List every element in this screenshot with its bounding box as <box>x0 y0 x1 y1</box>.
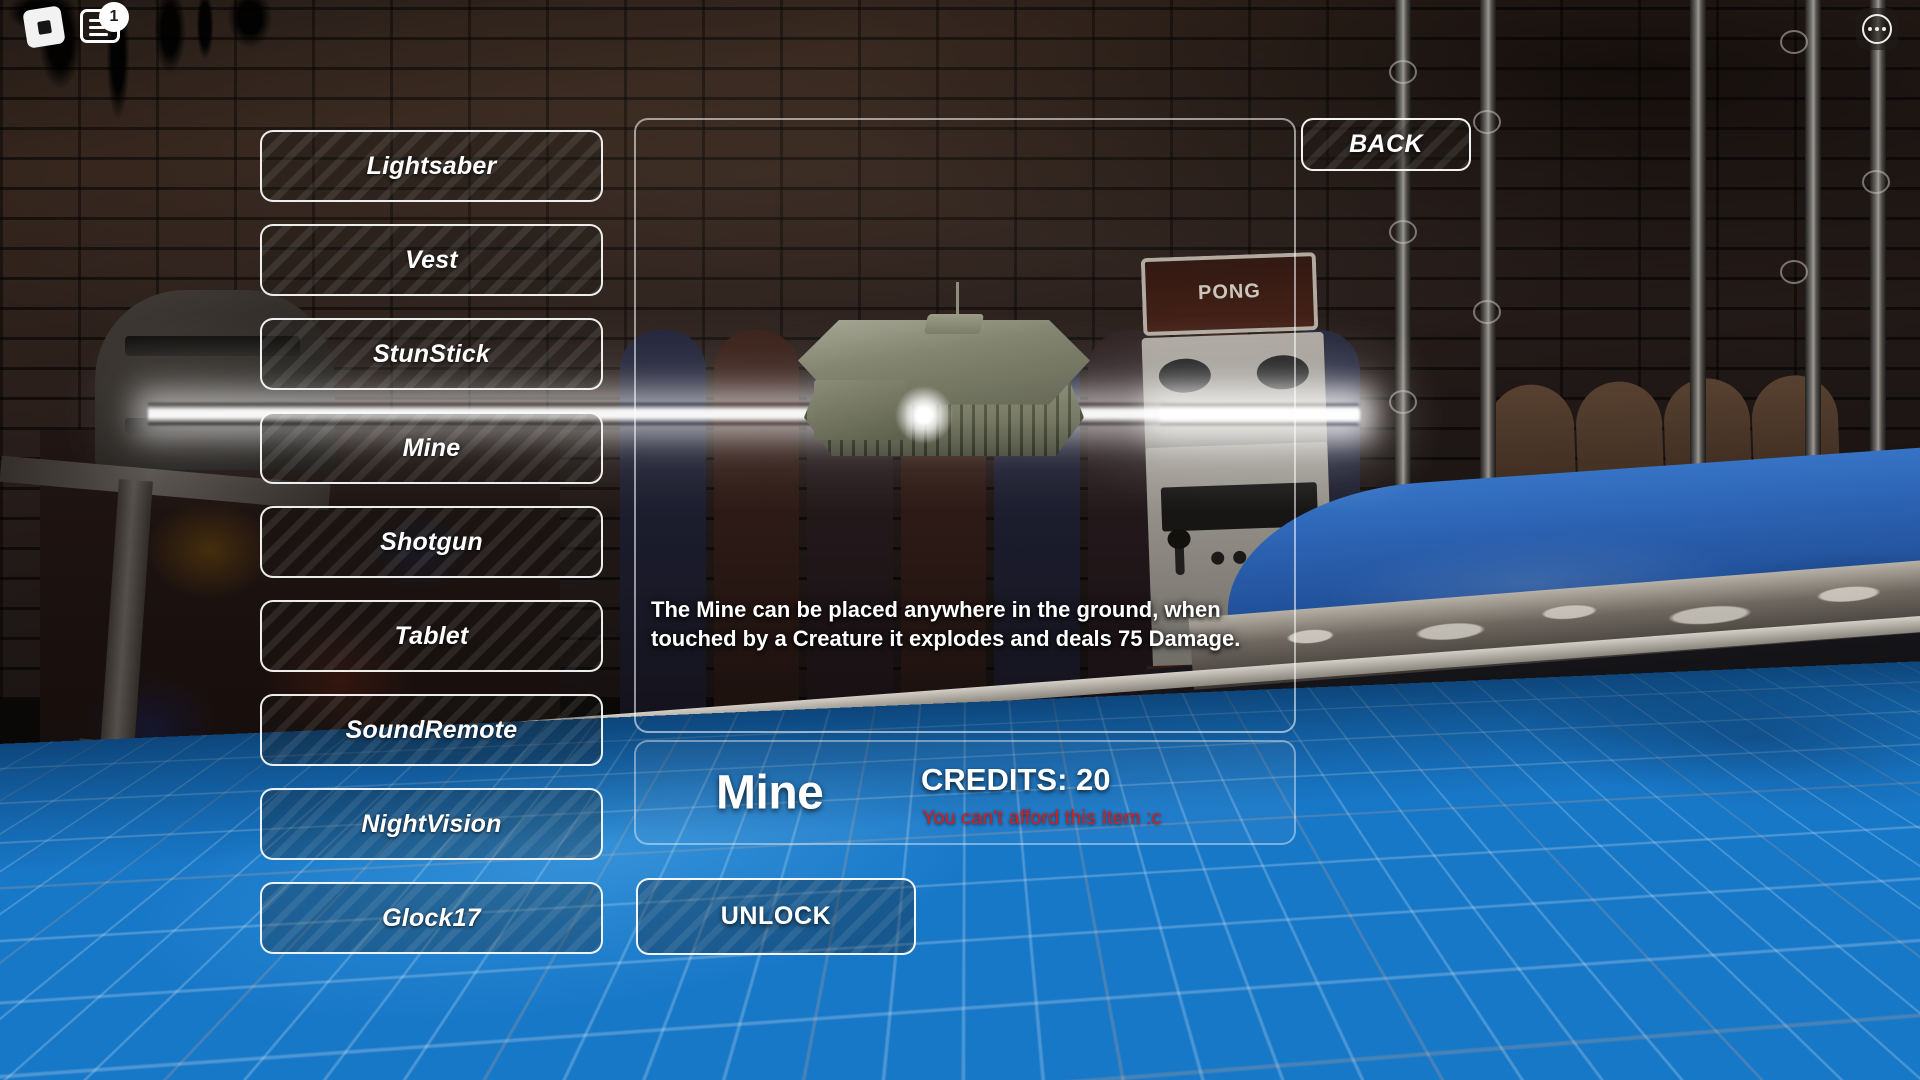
mine-side-plate <box>814 380 906 440</box>
mine-model-icon <box>786 282 1106 480</box>
shop-item-list: Lightsaber Vest StunStick Mine Shotgun T… <box>260 130 603 976</box>
ellipsis-dot <box>1882 27 1886 31</box>
shop-item-label: Glock17 <box>382 903 481 932</box>
shop-ui-overlay: Lightsaber Vest StunStick Mine Shotgun T… <box>0 0 1920 1080</box>
game-screen: PONG 1 Lightsaber Vest StunStick Mine Sh… <box>0 0 1920 1080</box>
item-info-panel: Mine CREDITS: 20 You can't afford this I… <box>634 740 1296 845</box>
mine-antenna <box>956 282 959 318</box>
shop-item-soundremote[interactable]: SoundRemote <box>260 694 603 766</box>
ellipsis-dot <box>1868 27 1872 31</box>
shop-item-shotgun[interactable]: Shotgun <box>260 506 603 578</box>
shop-item-label: Mine <box>402 433 461 462</box>
back-button-label: BACK <box>1349 130 1423 158</box>
shop-item-label: Vest <box>405 245 458 274</box>
credits-label: CREDITS: 20 <box>921 762 1111 797</box>
shop-item-mine[interactable]: Mine <box>260 412 603 484</box>
ellipsis-dot <box>1875 27 1879 31</box>
roblox-topbar: 1 <box>0 0 1920 56</box>
unlock-button[interactable]: UNLOCK <box>636 878 916 955</box>
item-preview-viewport: The Mine can be placed anywhere in the g… <box>634 118 1296 733</box>
shop-item-tablet[interactable]: Tablet <box>260 600 603 672</box>
more-menu-button[interactable] <box>1856 8 1898 50</box>
mine-specular-flash <box>894 386 954 444</box>
shop-item-vest[interactable]: Vest <box>260 224 603 296</box>
mine-trigger-nub <box>923 314 985 334</box>
item-name-title: Mine <box>716 766 824 819</box>
shop-item-label: Tablet <box>394 621 469 650</box>
item-description-text: The Mine can be placed anywhere in the g… <box>651 596 1241 651</box>
shop-item-nightvision[interactable]: NightVision <box>260 788 603 860</box>
shop-item-stunstick[interactable]: StunStick <box>260 318 603 390</box>
roblox-logo-icon[interactable] <box>22 5 66 49</box>
shop-item-label: StunStick <box>372 339 491 368</box>
ellipsis-icon <box>1862 14 1892 44</box>
chat-line <box>89 33 108 36</box>
afford-error-message: You can't afford this Item :c <box>922 807 1162 829</box>
unlock-button-label: UNLOCK <box>720 902 832 930</box>
shop-item-label: Shotgun <box>380 527 483 556</box>
shop-item-glock17[interactable]: Glock17 <box>260 882 603 954</box>
back-button[interactable]: BACK <box>1301 118 1471 171</box>
shop-item-lightsaber[interactable]: Lightsaber <box>260 130 603 202</box>
shop-item-label: SoundRemote <box>345 715 518 744</box>
chat-unread-badge: 1 <box>99 2 129 32</box>
shop-item-label: Lightsaber <box>366 151 497 180</box>
shop-item-label: NightVision <box>361 809 502 838</box>
